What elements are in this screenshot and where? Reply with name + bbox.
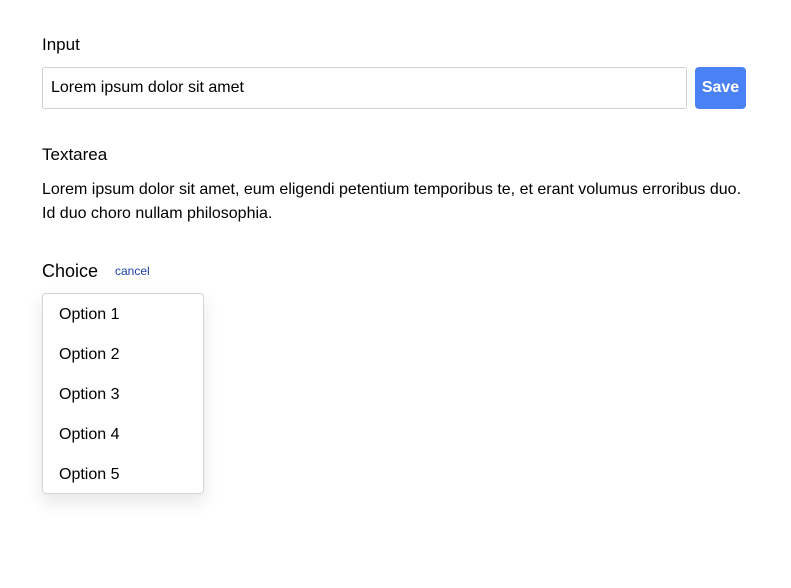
- dropdown-option-5[interactable]: Option 5: [59, 465, 119, 485]
- textarea-content[interactable]: Lorem ipsum dolor sit amet, eum eligendi…: [42, 178, 742, 226]
- cancel-link[interactable]: cancel: [115, 264, 150, 278]
- save-button[interactable]: Save: [695, 67, 746, 109]
- dropdown-option-1[interactable]: Option 1: [59, 305, 119, 325]
- textarea-label: Textarea: [42, 145, 108, 164]
- dropdown-option-2[interactable]: Option 2: [59, 345, 119, 365]
- text-input[interactable]: [42, 67, 687, 109]
- dropdown-option-4[interactable]: Option 4: [59, 425, 119, 445]
- choice-label: Choice: [42, 261, 99, 281]
- input-label: Input: [42, 35, 80, 54]
- choice-dropdown-list: Option 1 Option 2 Option 3 Option 4 Opti…: [42, 293, 204, 494]
- dropdown-option-3[interactable]: Option 3: [59, 385, 119, 405]
